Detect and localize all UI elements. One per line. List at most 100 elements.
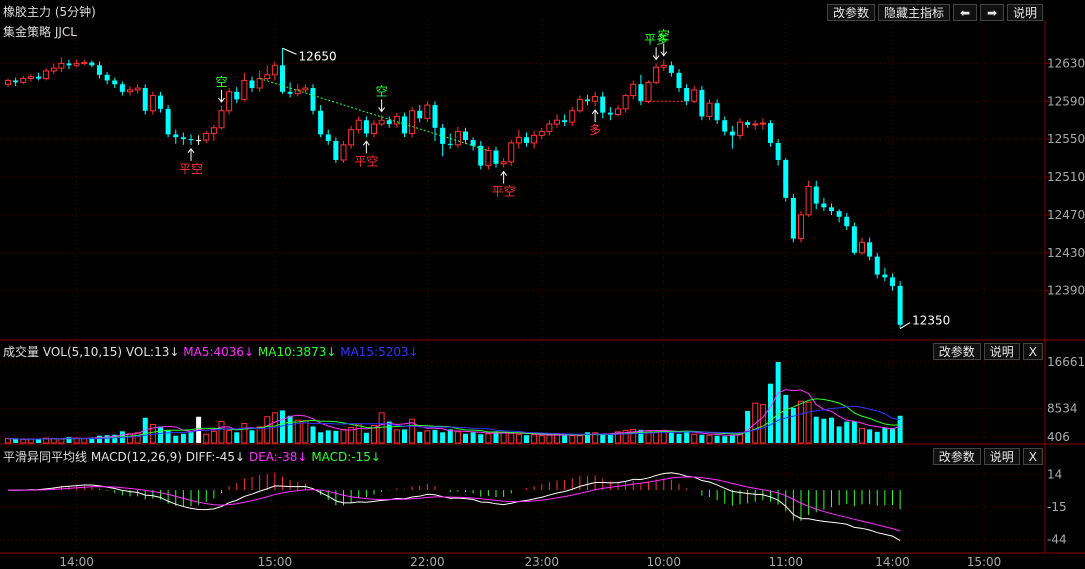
volume-bar: [81, 438, 88, 444]
volume-bar: [333, 430, 339, 443]
candle-body: [249, 80, 255, 89]
volume-bar: [58, 438, 65, 444]
candle-body: [585, 99, 590, 102]
macd-dea-label: DEA:-38↓: [248, 450, 308, 464]
volume-ma-line: [7, 398, 901, 440]
macd-y-tick-label: -15: [1047, 500, 1067, 514]
candle-body: [653, 66, 660, 83]
candle-body: [386, 120, 392, 125]
vol-ma10-label: MA10:3873↓: [257, 345, 337, 359]
candle-body: [134, 87, 141, 91]
volume-bar: [454, 431, 461, 444]
candle-body: [485, 150, 492, 167]
candle-body: [745, 122, 751, 125]
candle-body: [890, 277, 895, 286]
candle-body: [127, 89, 133, 93]
arrow-left-icon[interactable]: ⬅: [952, 4, 977, 21]
chart-title: 橡胶主力 (5分钟): [3, 5, 96, 19]
candle-body: [165, 108, 171, 135]
volume-bar: [485, 433, 492, 444]
candle-body: [173, 134, 179, 138]
volume-bar: [27, 438, 34, 444]
candle-body: [234, 91, 240, 100]
y-tick-label: 12470: [1047, 208, 1085, 222]
candle-body: [5, 79, 11, 85]
volume-close-icon[interactable]: X: [1022, 343, 1043, 360]
candle-body: [524, 137, 529, 143]
candle-body: [149, 95, 156, 112]
volume-bar: [684, 431, 690, 443]
signal-label: 平空: [179, 162, 203, 176]
candle-body: [454, 131, 461, 146]
volume-panel-label: 成交量 VOL(5,10,15) VOL:13↓ MA5:4036↓ MA10:…: [3, 343, 419, 360]
candle-body: [218, 110, 225, 129]
candle-body: [424, 104, 431, 119]
arrow-right-icon[interactable]: ➡: [979, 4, 1004, 21]
volume-bar: [134, 432, 141, 444]
candle-body: [348, 129, 355, 146]
candle-body: [66, 63, 72, 66]
params-button[interactable]: 改参数: [826, 4, 875, 21]
y-tick-label: 12510: [1047, 170, 1085, 184]
candle-body: [813, 186, 819, 204]
macd-params-button[interactable]: 改参数: [932, 448, 981, 465]
x-tick-label: 11:00: [768, 555, 803, 569]
volume-bar: [165, 430, 171, 443]
volume-bar: [821, 418, 827, 443]
volume-bar: [798, 400, 804, 444]
candle-body: [638, 84, 644, 102]
high-value-label: 12650: [299, 49, 337, 63]
candle-body: [493, 150, 499, 164]
candle-body: [27, 76, 34, 80]
candle-body: [325, 134, 331, 142]
volume-bar: [844, 421, 850, 443]
candle-body: [676, 72, 682, 89]
volume-help-button[interactable]: 说明: [983, 343, 1020, 360]
volume-params-button[interactable]: 改参数: [932, 343, 981, 360]
candle-body: [752, 123, 759, 126]
macd-close-icon[interactable]: X: [1022, 448, 1043, 465]
candle-body: [13, 80, 19, 83]
volume-bar: [264, 416, 271, 444]
candle-body: [210, 127, 217, 134]
x-tick-label: 10:00: [646, 555, 681, 569]
candle-body: [714, 103, 720, 121]
help-button[interactable]: 说明: [1006, 4, 1043, 21]
candle-body: [73, 62, 80, 66]
candle-body: [622, 95, 629, 110]
volume-bar: [745, 410, 751, 443]
hide-main-indicator-button[interactable]: 隐藏主指标: [877, 4, 950, 21]
high-marker-line: [282, 47, 297, 55]
candle-body: [630, 83, 637, 97]
volume-bar: [546, 434, 553, 444]
candle-body: [355, 119, 362, 131]
volume-bar: [691, 433, 698, 444]
signal-label: 空: [215, 75, 227, 89]
candle-body: [790, 197, 796, 239]
vol-label-main: 成交量 VOL(5,10,15) VOL:13↓: [3, 345, 180, 359]
volume-bar: [706, 434, 713, 444]
macd-dea-line: [7, 476, 901, 532]
volume-bar: [470, 432, 476, 443]
volume-toolbar: 改参数 说明 X: [932, 343, 1043, 360]
candle-body: [119, 84, 125, 92]
macd-value-label: MACD:-15↓: [311, 450, 381, 464]
candle-body: [829, 207, 834, 212]
vol-ma5-label: MA5:4036↓: [183, 345, 255, 359]
volume-bar: [775, 362, 781, 443]
candle-body: [302, 87, 309, 91]
candle-body: [104, 74, 110, 81]
volume-bar: [249, 430, 255, 443]
volume-bar: [600, 433, 606, 443]
volume-bar: [859, 427, 865, 444]
volume-bar: [5, 438, 11, 444]
macd-help-button[interactable]: 说明: [983, 448, 1020, 465]
volume-bar: [729, 434, 735, 443]
candle-body: [859, 241, 865, 254]
candle-body: [844, 216, 850, 227]
x-tick-label: 15:00: [967, 555, 1002, 569]
volume-bar: [402, 429, 407, 443]
macd-label-main: 平滑异同平均线 MACD(12,26,9) DIFF:-45↓: [3, 450, 246, 464]
candle-body: [378, 119, 385, 125]
strategy-label: 集金策略 JJCL: [3, 25, 77, 39]
